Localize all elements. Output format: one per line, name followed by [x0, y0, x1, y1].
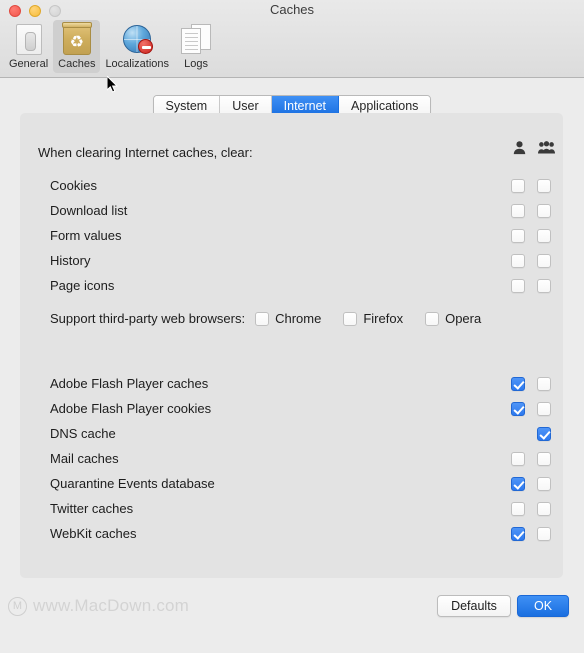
table-row: Adobe Flash Player caches: [20, 371, 563, 396]
group-people-icon: [538, 140, 555, 155]
toolbar-label-caches: Caches: [58, 58, 96, 70]
row-label: Form values: [50, 228, 122, 243]
row-label: Cookies: [50, 178, 97, 193]
table-row: Mail caches: [20, 446, 563, 471]
checkbox-current-user[interactable]: [511, 526, 525, 541]
checkbox-all-users[interactable]: [537, 401, 551, 416]
table-row: WebKit caches: [20, 521, 563, 546]
ok-button[interactable]: OK: [517, 595, 569, 617]
browser-option-firefox[interactable]: Firefox: [343, 311, 403, 326]
single-person-icon: [512, 140, 527, 155]
checkbox-all-users[interactable]: [537, 501, 551, 516]
table-row: Form values: [20, 223, 563, 248]
table-row: DNS cache: [20, 421, 563, 446]
browser-label-chrome: Chrome: [275, 311, 322, 326]
toolbar-item-caches[interactable]: ♻ Caches: [53, 20, 101, 73]
checkbox-current-user[interactable]: [511, 178, 525, 193]
row-label: Adobe Flash Player cookies: [50, 401, 212, 416]
checkbox-all-users[interactable]: [537, 526, 551, 541]
watermark-text: www.MacDown.com: [33, 596, 190, 615]
table-row: Page icons: [20, 273, 563, 298]
pages-icon: [180, 23, 213, 56]
table-row: Cookies: [20, 173, 563, 198]
footer-bar: www.MacDown.com Defaults OK: [0, 578, 584, 653]
checkbox-current-user[interactable]: [511, 376, 525, 391]
checkbox-all-users[interactable]: [537, 203, 551, 218]
table-row: Quarantine Events database: [20, 471, 563, 496]
row-label: Download list: [50, 203, 128, 218]
checkbox-all-users[interactable]: [537, 178, 551, 193]
checkbox-firefox[interactable]: [343, 311, 358, 326]
row-label: Adobe Flash Player caches: [50, 376, 209, 391]
row-label: DNS cache: [50, 426, 116, 441]
row-label: Page icons: [50, 278, 115, 293]
defaults-button[interactable]: Defaults: [437, 595, 511, 617]
browser-label-firefox: Firefox: [363, 311, 404, 326]
checkbox-all-users[interactable]: [537, 253, 551, 268]
window-titlebar: Caches General ♻ Caches Localizations Lo…: [0, 0, 584, 78]
toolbar: General ♻ Caches Localizations Logs: [4, 20, 218, 73]
settings-panel: When clearing Internet caches, clear: Co…: [20, 113, 563, 578]
checkbox-all-users[interactable]: [537, 476, 551, 491]
row-label: History: [50, 253, 91, 268]
table-row: Adobe Flash Player cookies: [20, 396, 563, 421]
row-label: Twitter caches: [50, 501, 134, 516]
browser-label-opera: Opera: [445, 311, 482, 326]
checkbox-all-users[interactable]: [537, 426, 551, 441]
table-row: Twitter caches: [20, 496, 563, 521]
mouse-cursor: [107, 76, 119, 93]
cache-options-group-one: Cookies Download list Form values Histor…: [20, 173, 563, 298]
checkbox-current-user[interactable]: [511, 476, 525, 491]
checkbox-opera[interactable]: [425, 311, 440, 326]
row-label: Quarantine Events database: [50, 476, 215, 491]
third-party-browsers-row: Support third-party web browsers: Chrome…: [50, 311, 503, 326]
section-title: When clearing Internet caches, clear:: [38, 145, 253, 160]
table-row: Download list: [20, 198, 563, 223]
browser-option-opera[interactable]: Opera: [425, 311, 481, 326]
checkbox-current-user[interactable]: [511, 451, 525, 466]
row-label: Mail caches: [50, 451, 119, 466]
checkbox-all-users[interactable]: [537, 451, 551, 466]
third-party-browsers-label: Support third-party web browsers:: [50, 311, 246, 326]
macdown-logo-icon: [8, 596, 27, 616]
watermark: www.MacDown.com: [8, 596, 189, 616]
toolbar-label-general: General: [9, 58, 49, 70]
table-row: History: [20, 248, 563, 273]
trash-recycle-icon: ♻: [60, 22, 93, 56]
checkbox-all-users[interactable]: [537, 228, 551, 243]
document-icon: [12, 23, 45, 56]
toolbar-label-localizations: Localizations: [105, 58, 170, 70]
globe-blocked-icon: [121, 23, 154, 56]
checkbox-all-users[interactable]: [537, 278, 551, 293]
checkbox-current-user[interactable]: [511, 501, 525, 516]
checkbox-all-users[interactable]: [537, 376, 551, 391]
checkbox-current-user[interactable]: [511, 278, 525, 293]
toolbar-item-localizations[interactable]: Localizations: [100, 20, 174, 73]
cache-options-group-two: Adobe Flash Player caches Adobe Flash Pl…: [20, 371, 563, 546]
checkbox-current-user[interactable]: [511, 228, 525, 243]
toolbar-item-logs[interactable]: Logs: [174, 20, 218, 73]
browser-option-chrome[interactable]: Chrome: [255, 311, 321, 326]
checkbox-current-user[interactable]: [511, 203, 525, 218]
checkbox-chrome[interactable]: [255, 311, 270, 326]
toolbar-item-general[interactable]: General: [4, 20, 53, 73]
checkbox-current-user[interactable]: [511, 253, 525, 268]
row-label: WebKit caches: [50, 526, 137, 541]
checkbox-current-user[interactable]: [511, 401, 525, 416]
toolbar-label-logs: Logs: [184, 58, 208, 70]
window-title: Caches: [269, 2, 315, 17]
